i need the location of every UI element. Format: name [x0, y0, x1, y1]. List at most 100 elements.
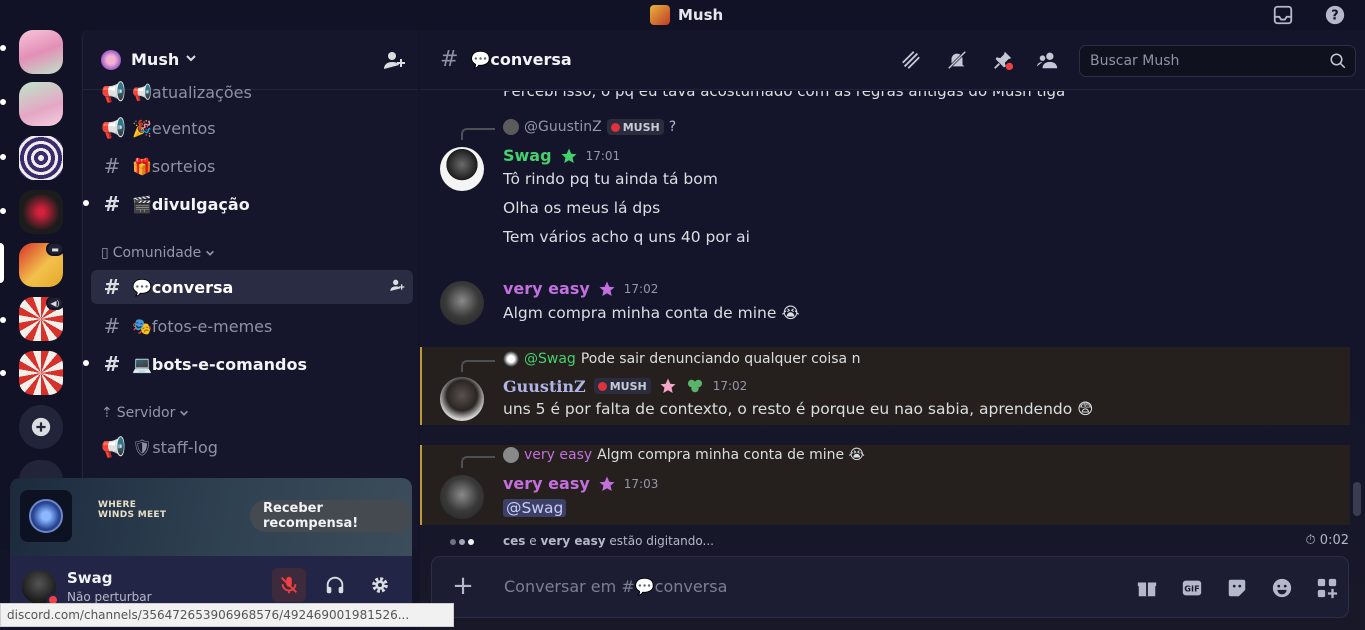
chat-area: # 💬conversa Buscar Mush Percebi isso, o …	[420, 30, 1365, 630]
channel-sorteios[interactable]: # 🎁sorteios	[91, 149, 413, 183]
search-placeholder: Buscar Mush	[1090, 53, 1180, 69]
user-avatar[interactable]	[440, 475, 484, 519]
headphones-icon	[326, 576, 344, 594]
message-header: GuustinZ MUSH 17:02	[503, 376, 747, 396]
message-text: @Swag	[503, 499, 567, 517]
message-item[interactable]: @GuustinZ MUSH ? Swag 17:01 Tô rindo pq …	[420, 119, 1350, 259]
channel-staff-log[interactable]: 📢 🛡staff-log	[91, 430, 413, 464]
upload-plus-icon[interactable]: +	[450, 573, 476, 600]
quest-logo	[20, 490, 72, 542]
message-author[interactable]: Swag	[503, 146, 552, 165]
announcement-icon: 📢	[101, 435, 126, 459]
window-title-text: Mush	[678, 6, 724, 24]
unread-indicator	[0, 208, 6, 214]
chevron-down-icon	[180, 410, 189, 416]
star-badge-icon	[599, 476, 615, 491]
channel-label: 🎁sorteios	[132, 156, 216, 176]
hash-icon: #	[103, 314, 121, 338]
channel-eventos[interactable]: 📢 🎉eventos	[91, 111, 413, 145]
channel-sidebar: Mush 📢 📢atualizações 📢 🎉eventos # 🎁sorte…	[82, 30, 418, 550]
category-comunidade[interactable]: ▯ Comunidade	[101, 245, 215, 261]
message-item-mention[interactable]: very easy Algm compra minha conta de min…	[420, 445, 1350, 525]
speaker-badge-icon: ◀)	[46, 296, 64, 310]
search-input[interactable]: Buscar Mush	[1079, 45, 1356, 77]
mushroom-icon	[597, 381, 607, 391]
server-icon-4[interactable]	[19, 190, 63, 234]
reply-avatar	[503, 447, 519, 463]
quest-promo-banner: WHERE WINDS MEET Receber recompensa!	[10, 478, 412, 556]
threads-icon[interactable]	[899, 48, 923, 72]
unread-indicator	[0, 45, 6, 51]
unread-indicator	[83, 200, 89, 206]
deafen-button[interactable]	[318, 568, 352, 602]
reply-preview[interactable]: @Swag Pode sair denunciando qualquer coi…	[461, 351, 860, 372]
selected-server-indicator	[0, 243, 4, 283]
invite-people-icon[interactable]	[382, 48, 406, 72]
message-time: 17:01	[585, 148, 621, 163]
reply-avatar	[503, 119, 519, 135]
claim-reward-button[interactable]: Receber recompensa!	[250, 500, 412, 532]
announcement-icon: 📢	[101, 80, 126, 104]
server-icon-small	[650, 5, 670, 25]
message-author[interactable]: very easy	[503, 279, 590, 298]
user-avatar[interactable]	[440, 377, 484, 421]
reply-text: Algm compra minha conta de mine 😭	[597, 447, 865, 463]
sticker-icon[interactable]	[1224, 575, 1250, 601]
channel-fotos-e-memes[interactable]: # 🎭fotos-e-memes	[91, 309, 413, 343]
channel-conversa[interactable]: # 💬conversa	[91, 270, 413, 304]
svg-text:?: ?	[1331, 9, 1338, 24]
channel-divulgacao[interactable]: # 🎬divulgação	[91, 187, 413, 221]
help-icon[interactable]: ?	[1324, 4, 1346, 26]
user-avatar[interactable]	[440, 281, 484, 325]
typing-text: ces e very easy estão digitando...	[503, 534, 714, 548]
apps-icon[interactable]	[1314, 575, 1340, 601]
composer-placeholder[interactable]: Conversar em #💬conversa	[504, 577, 727, 596]
gif-icon[interactable]: GIF	[1179, 575, 1205, 601]
user-avatar[interactable]	[440, 147, 484, 191]
channel-bots-e-comandos[interactable]: # 💻bots-e-comandos	[91, 347, 413, 381]
mic-muted-icon	[281, 576, 297, 594]
user-mention[interactable]: @Swag	[503, 499, 567, 517]
user-name[interactable]: Swag	[67, 569, 113, 587]
discover-button[interactable]	[19, 460, 63, 480]
hash-icon: #	[103, 192, 121, 216]
server-icon-2[interactable]	[19, 82, 63, 126]
channel-label: 🎉eventos	[132, 118, 216, 138]
inbox-icon[interactable]	[1272, 4, 1294, 26]
scrollbar-thumb[interactable]	[1353, 482, 1361, 516]
channel-title: 💬conversa	[470, 50, 572, 69]
unread-indicator	[0, 317, 6, 323]
reply-preview[interactable]: @GuustinZ MUSH ?	[461, 119, 676, 140]
category-label: Comunidade	[112, 245, 202, 261]
create-invite-icon[interactable]	[389, 277, 405, 297]
message-item[interactable]: very easy 17:02 Algm compra minha conta …	[420, 275, 1350, 335]
mute-button[interactable]	[272, 568, 306, 602]
message-author[interactable]: GuustinZ	[503, 377, 586, 396]
message-author[interactable]: very easy	[503, 474, 590, 493]
category-servidor[interactable]: ⇡ Servidor	[101, 405, 189, 421]
emoji-icon[interactable]	[1269, 575, 1295, 601]
mushroom-icon	[610, 122, 620, 132]
user-status: Não perturbar	[67, 590, 152, 604]
notification-muted-icon[interactable]	[945, 48, 969, 72]
message-text: Algm compra minha conta de mine 😭	[503, 304, 800, 322]
settings-button[interactable]	[363, 568, 397, 602]
add-server-button[interactable]	[19, 405, 63, 449]
category-icon: ⇡	[101, 405, 113, 421]
unread-indicator	[0, 370, 6, 376]
server-icon-3[interactable]	[19, 136, 63, 180]
timer-icon: ⏱	[1305, 533, 1316, 548]
message-composer[interactable]: + Conversar em #💬conversa GIF	[431, 556, 1349, 618]
reply-preview[interactable]: very easy Algm compra minha conta de min…	[461, 447, 865, 468]
member-list-icon[interactable]	[1036, 48, 1060, 72]
chat-badge-icon: ▬	[46, 242, 64, 256]
gift-icon[interactable]	[1134, 575, 1160, 601]
pinned-messages-icon[interactable]	[991, 48, 1015, 72]
message-item-mention[interactable]: @Swag Pode sair denunciando qualquer coi…	[420, 347, 1350, 425]
server-icon-1[interactable]	[19, 30, 63, 74]
star-badge-icon	[599, 281, 615, 296]
hash-icon: #	[103, 154, 121, 178]
game-name-line2: WINDS MEET	[98, 510, 167, 520]
channel-atualizacoes[interactable]: 📢 📢atualizações	[91, 75, 413, 109]
server-icon-7[interactable]	[19, 351, 63, 395]
